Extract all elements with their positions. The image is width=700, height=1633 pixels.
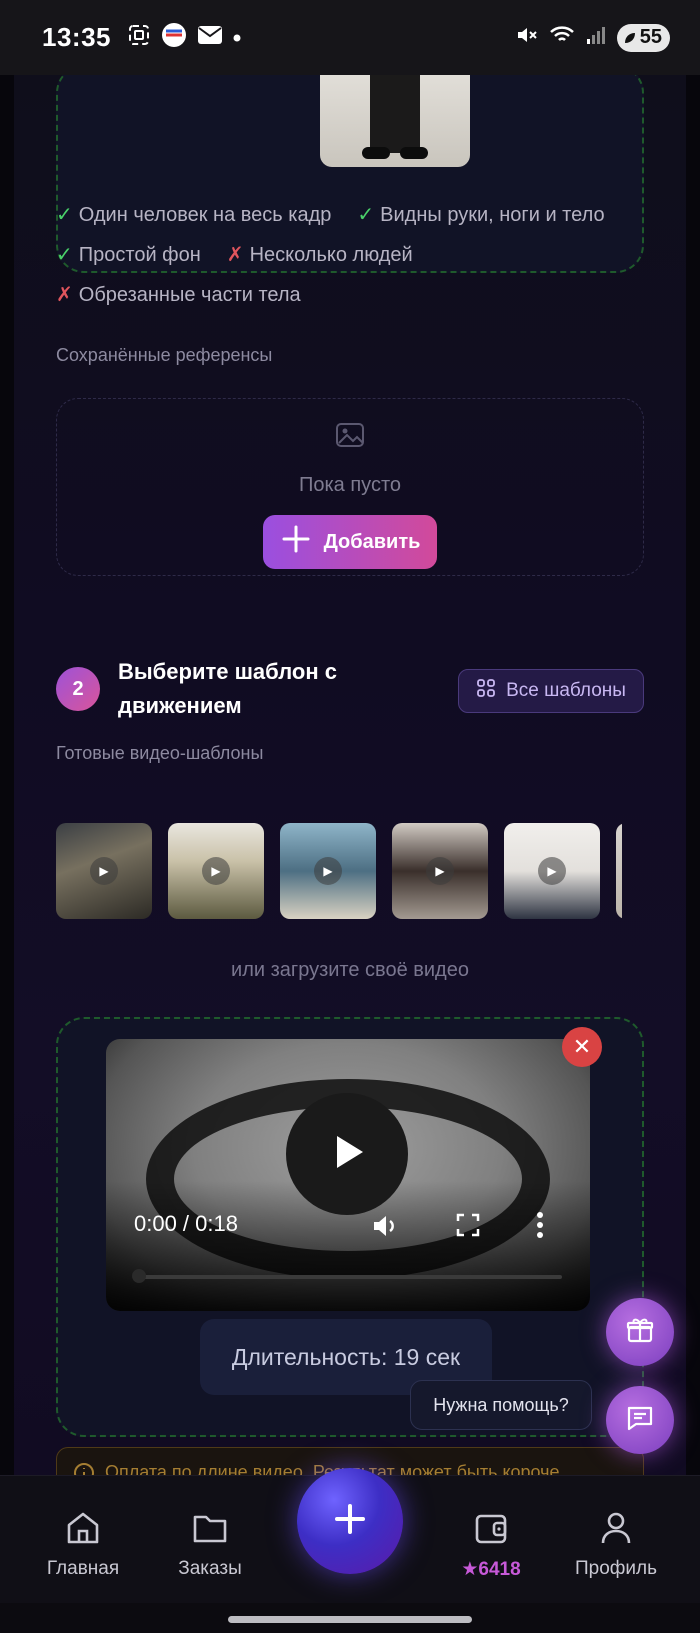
play-button[interactable] xyxy=(286,1093,408,1215)
chat-icon xyxy=(625,1403,655,1438)
play-icon: ▶ xyxy=(314,857,342,885)
template-thumbnail[interactable]: ▶ xyxy=(616,823,622,919)
nav-profile-label: Профиль xyxy=(574,1558,658,1579)
template-thumbnail[interactable]: ▶ xyxy=(392,823,488,919)
stars-balance: ★6418 xyxy=(461,1559,521,1580)
progress-knob[interactable] xyxy=(132,1269,146,1283)
dot-icon xyxy=(233,29,241,47)
close-icon: ✕ xyxy=(572,1034,592,1059)
saved-refs-empty: Пока пусто Добавить xyxy=(56,398,644,576)
screenshot-icon xyxy=(127,23,151,52)
all-templates-button[interactable]: Все шаблоны xyxy=(458,669,644,713)
mute-icon xyxy=(515,23,539,52)
video-timecode: 0:00 / 0:18 xyxy=(134,1211,238,1236)
rule-item: ✗ Обрезанные части тела xyxy=(56,284,301,306)
template-list[interactable]: ▶ ▶ ▶ ▶ ▶ ▶ xyxy=(56,823,622,919)
nav-home[interactable]: Главная xyxy=(28,1506,138,1580)
rule-item: ✗ Несколько людей xyxy=(226,244,413,266)
star-icon: ★ xyxy=(461,1559,479,1580)
nav-profile[interactable]: Профиль xyxy=(561,1506,671,1580)
battery-icon: 55 xyxy=(616,23,670,52)
main-content[interactable]: ✓ Один человек на весь кадр ✓ Видны руки, … xyxy=(14,75,686,1475)
add-label: Добавить xyxy=(323,530,421,553)
help-tooltip[interactable]: Нужна помощь? xyxy=(410,1380,592,1430)
play-icon: ▶ xyxy=(426,857,454,885)
rule-item: ✓ Видны руки, ноги и тело xyxy=(357,204,605,226)
ready-templates-label: Готовые видео-шаблоны xyxy=(56,743,264,763)
more-options-icon[interactable] xyxy=(536,1211,544,1244)
home-indicator[interactable] xyxy=(228,1616,472,1623)
video-player[interactable]: 0:00 / 0:18 xyxy=(106,1039,590,1311)
video-progress-bar[interactable] xyxy=(134,1275,562,1279)
mail-icon xyxy=(197,25,223,50)
nav-home-label: Главная xyxy=(46,1558,120,1579)
empty-text: Пока пусто xyxy=(298,474,402,496)
gosuslugi-icon xyxy=(161,22,187,53)
play-icon: ▶ xyxy=(90,857,118,885)
step-2-header: 2 Выберите шаблон с движением Все шаблон… xyxy=(56,655,644,735)
add-reference-button[interactable]: Добавить xyxy=(263,515,437,569)
signal-icon xyxy=(585,24,607,51)
image-icon xyxy=(334,419,366,456)
reference-photo xyxy=(320,75,470,167)
saved-refs-label: Сохранённые референсы xyxy=(56,345,273,365)
template-thumbnail[interactable]: ▶ xyxy=(504,823,600,919)
play-icon: ▶ xyxy=(202,857,230,885)
play-icon: ▶ xyxy=(538,857,566,885)
bottom-navigation: Главная Заказы ★6418 Профиль xyxy=(0,1468,700,1603)
create-button[interactable] xyxy=(297,1468,403,1574)
user-icon xyxy=(561,1506,671,1550)
status-time: 13:35 xyxy=(42,22,111,52)
step-number: 2 xyxy=(56,667,100,711)
wallet-icon xyxy=(436,1506,546,1550)
remove-video-button[interactable]: ✕ xyxy=(562,1027,602,1067)
battery-level: 55 xyxy=(639,26,662,48)
plus-icon xyxy=(333,1502,367,1541)
plus-icon xyxy=(280,523,312,561)
status-bar: 13:35 55 xyxy=(0,0,700,75)
rule-item: ✓ Один человек на весь кадр xyxy=(56,204,332,226)
all-templates-label: Все шаблоны xyxy=(506,680,626,701)
reference-rules: ✓ Один человек на весь кадр ✓ Видны руки, … xyxy=(56,201,656,321)
nav-orders-label: Заказы xyxy=(178,1558,242,1579)
volume-icon[interactable] xyxy=(370,1211,400,1246)
nav-wallet[interactable]: ★6418 xyxy=(436,1506,546,1581)
gift-button[interactable] xyxy=(606,1298,674,1366)
template-thumbnail[interactable]: ▶ xyxy=(168,823,264,919)
home-icon xyxy=(28,1506,138,1550)
video-upload-area[interactable]: 0:00 / 0:18 ✕ Длительность: 19 сек xyxy=(56,1017,644,1437)
gift-icon xyxy=(625,1315,655,1350)
fullscreen-icon[interactable] xyxy=(456,1213,480,1242)
template-thumbnail[interactable]: ▶ xyxy=(280,823,376,919)
step-title: Выберите шаблон с движением xyxy=(118,659,337,718)
folder-icon xyxy=(155,1506,265,1550)
rule-item: ✓ Простой фон xyxy=(56,244,201,266)
grid-icon xyxy=(476,678,496,704)
wifi-icon xyxy=(549,24,575,51)
nav-orders[interactable]: Заказы xyxy=(155,1506,265,1580)
info-icon xyxy=(73,1462,95,1475)
or-upload-text: или загрузите своё видео xyxy=(231,959,469,981)
support-chat-button[interactable] xyxy=(606,1386,674,1454)
play-icon xyxy=(327,1132,367,1177)
template-thumbnail[interactable]: ▶ xyxy=(56,823,152,919)
